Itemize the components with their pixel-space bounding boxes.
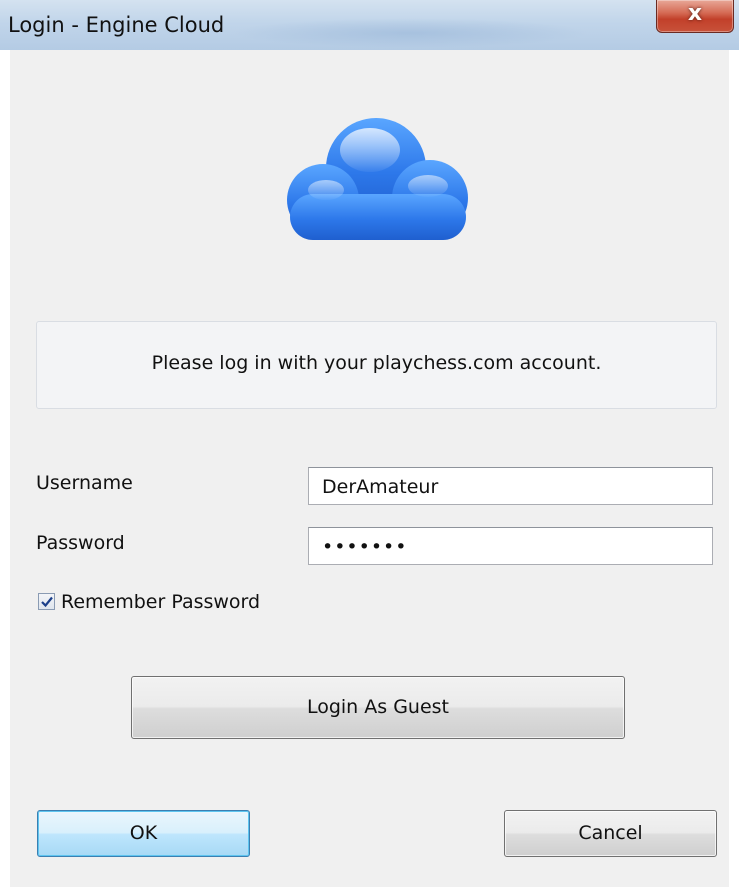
ok-button[interactable]: OK [37,810,250,857]
password-label: Password [36,532,125,554]
remember-password-checkbox[interactable] [38,593,55,610]
checkmark-icon [41,596,53,608]
login-as-guest-button[interactable]: Login As Guest [131,676,625,739]
close-button[interactable]: x [656,0,734,33]
remember-password-label[interactable]: Remember Password [61,591,260,613]
login-instruction: Please log in with your playchess.com ac… [151,352,602,374]
title-bar-glow [230,18,590,48]
close-icon: x [687,1,703,26]
password-field[interactable]: ••••••• [308,527,713,565]
window-title: Login - Engine Cloud [8,13,225,37]
title-bar[interactable]: Login - Engine Cloud x [0,0,739,50]
cancel-button[interactable]: Cancel [504,810,717,857]
info-panel: Please log in with your playchess.com ac… [36,321,717,409]
cloud-icon [287,118,468,240]
window-left-border [0,50,10,887]
username-field[interactable]: DerAmateur [308,467,713,505]
username-label: Username [36,472,133,494]
window-right-border [729,50,739,887]
